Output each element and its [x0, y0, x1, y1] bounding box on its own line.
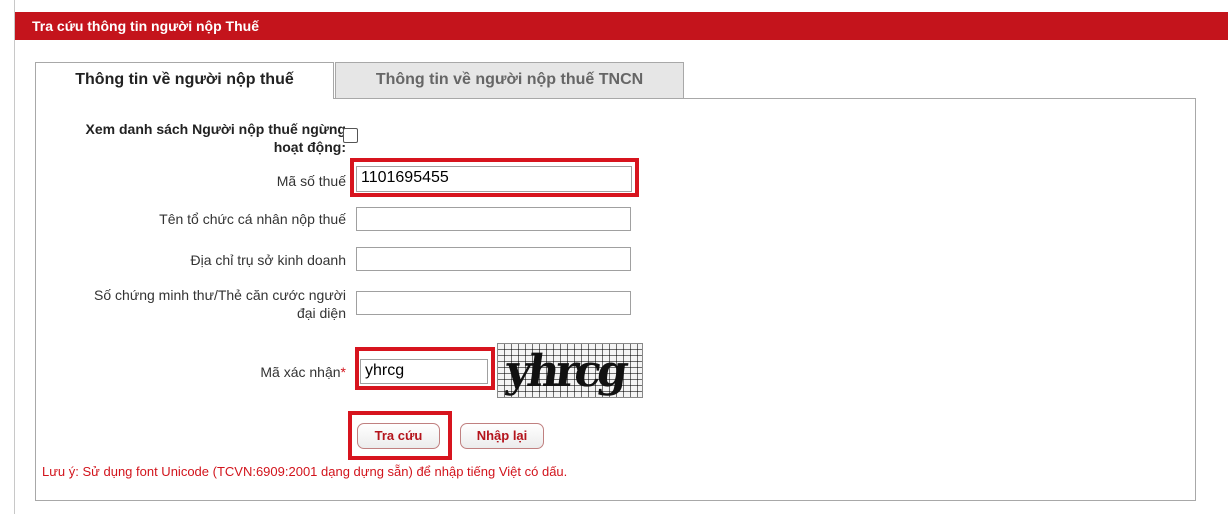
inactive-list-label-line2: hoạt động: — [273, 139, 346, 155]
unicode-font-note: Lưu ý: Sử dụng font Unicode (TCVN:6909:2… — [42, 464, 568, 479]
id-card-label-line1: Số chứng minh thư/Thẻ căn cước người — [94, 287, 346, 303]
inactive-list-label: Xem danh sách Người nộp thuế ngừng hoạt … — [40, 120, 346, 156]
tax-code-input[interactable]: 1101695455 — [356, 166, 632, 192]
org-name-label: Tên tổ chức cá nhân nộp thuế — [159, 211, 346, 227]
id-card-label-line2: đại diện — [296, 305, 346, 321]
captcha-label-text: Mã xác nhận — [260, 364, 341, 380]
address-input[interactable] — [356, 247, 631, 271]
address-label: Địa chỉ trụ sở kinh doanh — [190, 252, 346, 268]
tab-taxpayer-info[interactable]: Thông tin về người nộp thuế — [35, 62, 334, 99]
inactive-list-label-line1: Xem danh sách Người nộp thuế ngừng — [85, 121, 346, 137]
reset-button[interactable]: Nhập lại — [460, 423, 544, 449]
tax-code-label: Mã số thuế — [276, 173, 346, 189]
captcha-image: yhrcg — [497, 343, 643, 398]
tab-personal-income-taxpayer-info[interactable]: Thông tin về người nộp thuế TNCN — [335, 62, 684, 98]
search-button[interactable]: Tra cứu — [357, 423, 440, 449]
captcha-input[interactable]: yhrcg — [360, 359, 488, 384]
page-title: Tra cứu thông tin người nộp Thuế — [15, 12, 1228, 40]
org-name-input[interactable] — [356, 207, 631, 231]
id-card-label: Số chứng minh thư/Thẻ căn cước người đại… — [40, 286, 346, 322]
inactive-list-checkbox[interactable] — [343, 128, 358, 143]
required-marker: * — [340, 364, 346, 380]
captcha-image-text: yhrcg — [502, 346, 628, 397]
id-card-input[interactable] — [356, 291, 631, 315]
captcha-label: Mã xác nhận* — [150, 363, 346, 381]
